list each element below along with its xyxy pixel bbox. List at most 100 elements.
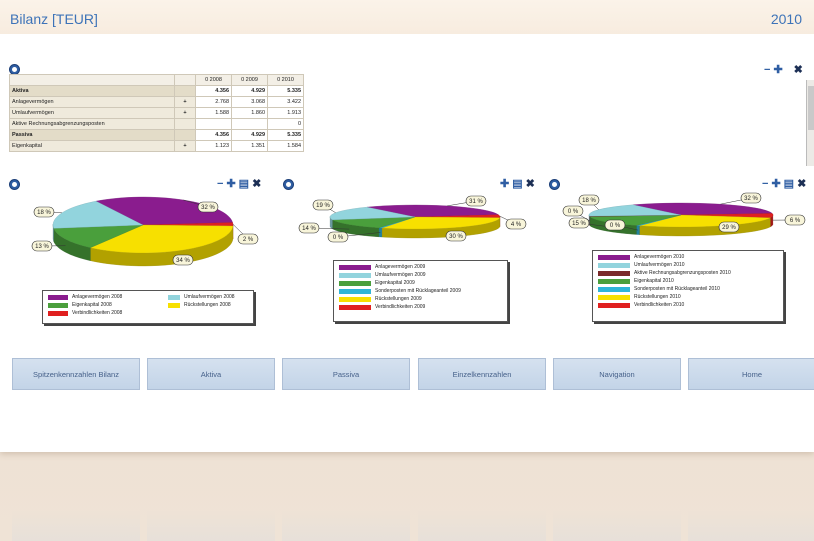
chart-panel-tools: ✚ ▤ ✖ bbox=[498, 177, 536, 190]
scrollbar[interactable] bbox=[806, 80, 814, 166]
close-icon[interactable]: ✖ bbox=[252, 177, 262, 190]
bilanz-table: 0 2008 0 2009 0 2010 Aktiva 4.356 4.929 … bbox=[9, 74, 304, 152]
legend-item: Verbindlichkeiten 2008 bbox=[43, 309, 163, 317]
pie-data-label: 4 % bbox=[505, 218, 527, 230]
reflection bbox=[147, 510, 275, 541]
legend-item: Sonderposten mit Rücklageanteil 2010 bbox=[593, 285, 783, 293]
expand-icon[interactable]: + bbox=[174, 96, 196, 108]
cell-value: 1.913 bbox=[267, 107, 304, 119]
nav-button-spitzenkennzahlen[interactable]: Spitzenkennzahlen Bilanz bbox=[12, 358, 140, 390]
cell-value: 3.422 bbox=[267, 96, 304, 108]
table-row: Aktive Rechnungsabgrenzungsposten 0 bbox=[9, 118, 304, 130]
legend-label: Sonderposten mit Rücklageanteil 2009 bbox=[375, 288, 461, 294]
pie-data-label: 14 % bbox=[298, 222, 320, 234]
pie-label-text: 0 % bbox=[333, 235, 344, 241]
pie-label-text: 15 % bbox=[572, 221, 586, 227]
row-label: Eigenkapital bbox=[9, 140, 175, 152]
nav-button-passiva[interactable]: Passiva bbox=[282, 358, 410, 390]
legend-item: Aktive Rechnungsabgrenzungsposten 2010 bbox=[593, 269, 783, 277]
chart-legend: Anlagevermögen 2010 Umlaufvermögen 2010 … bbox=[592, 250, 784, 322]
pie-label-text: 18 % bbox=[37, 210, 51, 216]
legend-label: Rückstellungen 2008 bbox=[184, 302, 231, 308]
scrollbar-thumb[interactable] bbox=[808, 86, 814, 130]
legend-item: Anlagevermögen 2010 bbox=[593, 253, 783, 261]
column-header[interactable]: 0 2009 bbox=[231, 74, 268, 86]
nav-button-navigation[interactable]: Navigation bbox=[553, 358, 681, 390]
expand-icon[interactable]: + bbox=[174, 107, 196, 119]
cell-value: 4.356 bbox=[195, 129, 232, 141]
legend-swatch bbox=[598, 270, 630, 276]
pie-label-text: 4 % bbox=[511, 222, 522, 228]
pie-label-text: 34 % bbox=[176, 258, 190, 264]
pie-chart-2008: 32 % 2 % 34 % 13 % 18 % bbox=[31, 196, 259, 267]
legend-item: Eigenkapital 2010 bbox=[593, 277, 783, 285]
pie-data-label: 6 % bbox=[784, 214, 806, 226]
table-header-row: 0 2008 0 2009 0 2010 bbox=[9, 74, 304, 86]
pie-data-label: 0 % bbox=[562, 205, 584, 217]
table-view-icon[interactable]: ▤ bbox=[512, 177, 523, 190]
pie-label-text: 32 % bbox=[201, 205, 215, 211]
cell-value: 1.584 bbox=[267, 140, 304, 152]
row-label: Anlagevermögen bbox=[9, 96, 175, 108]
cell-value: 5.335 bbox=[267, 129, 304, 141]
legend-swatch bbox=[598, 278, 630, 284]
row-label: Aktiva bbox=[9, 85, 175, 97]
year-selector[interactable]: 2010 bbox=[771, 11, 802, 27]
minimize-icon[interactable]: − bbox=[762, 178, 769, 190]
legend-swatch bbox=[339, 304, 371, 310]
cell-value bbox=[231, 118, 268, 130]
screen: Bilanz [TEUR] 2010 − ✚ ✖ 0 2008 0 2009 0 2… bbox=[0, 0, 814, 452]
legend-label: Umlaufvermögen 2010 bbox=[634, 262, 685, 268]
nav-button-einzelkennzahlen[interactable]: Einzelkennzahlen bbox=[418, 358, 546, 390]
minimize-icon[interactable]: − bbox=[217, 178, 224, 190]
pie-data-label: 34 % bbox=[172, 254, 194, 266]
legend-item: Rückstellungen 2009 bbox=[334, 295, 507, 303]
legend-swatch bbox=[48, 302, 68, 308]
legend-label: Eigenkapital 2008 bbox=[72, 302, 112, 308]
gear-icon[interactable] bbox=[549, 179, 560, 190]
nav-button-aktiva[interactable]: Aktiva bbox=[147, 358, 275, 390]
minimize-icon[interactable]: − bbox=[764, 64, 771, 76]
pie-data-label: 29 % bbox=[718, 221, 740, 233]
close-icon[interactable]: ✖ bbox=[526, 177, 536, 190]
legend-label: Sonderposten mit Rücklageanteil 2010 bbox=[634, 286, 720, 292]
cell-value: 4.356 bbox=[195, 85, 232, 97]
pie-data-label: 31 % bbox=[465, 195, 487, 207]
cell-value: 1.123 bbox=[195, 140, 232, 152]
legend-label: Anlagevermögen 2010 bbox=[634, 254, 685, 260]
cell-value: 4.929 bbox=[231, 85, 268, 97]
legend-swatch bbox=[339, 280, 371, 286]
legend-label: Anlagevermögen 2009 bbox=[375, 264, 426, 270]
expand-icon[interactable]: + bbox=[174, 140, 196, 152]
table-view-icon[interactable]: ▤ bbox=[239, 177, 250, 190]
pie-data-label: 0 % bbox=[604, 219, 626, 231]
table-view-icon[interactable]: ▤ bbox=[784, 177, 795, 190]
table-row: Passiva 4.356 4.929 5.335 bbox=[9, 129, 304, 141]
table-row: Eigenkapital + 1.123 1.351 1.584 bbox=[9, 140, 304, 152]
chart-panel-tools: − ✚ ▤ ✖ bbox=[215, 177, 262, 190]
cell-value: 5.335 bbox=[267, 85, 304, 97]
legend-item: Eigenkapital 2009 bbox=[334, 279, 507, 287]
add-icon[interactable]: ✚ bbox=[500, 177, 510, 190]
add-icon[interactable]: ✚ bbox=[771, 177, 781, 190]
column-header[interactable]: 0 2008 bbox=[195, 74, 232, 86]
nav-button-home[interactable]: Home bbox=[688, 358, 814, 390]
row-label: Aktive Rechnungsabgrenzungsposten bbox=[9, 118, 175, 130]
legend-label: Eigenkapital 2010 bbox=[634, 278, 674, 284]
legend-label: Umlaufvermögen 2009 bbox=[375, 272, 426, 278]
pie-data-label: 18 % bbox=[578, 194, 600, 206]
close-icon[interactable]: ✖ bbox=[794, 63, 804, 76]
add-icon[interactable]: ✚ bbox=[226, 177, 236, 190]
column-header[interactable]: 0 2010 bbox=[267, 74, 304, 86]
gear-icon[interactable] bbox=[283, 179, 294, 190]
legend-swatch bbox=[598, 294, 630, 300]
pie-label-text: 30 % bbox=[449, 234, 463, 240]
legend-swatch bbox=[339, 296, 371, 302]
header-label-cell bbox=[9, 74, 175, 86]
close-icon[interactable]: ✖ bbox=[797, 177, 807, 190]
legend-swatch bbox=[598, 302, 630, 308]
legend-label: Anlagevermögen 2008 bbox=[72, 294, 123, 300]
gear-icon[interactable] bbox=[9, 179, 20, 190]
add-icon[interactable]: ✚ bbox=[773, 63, 783, 76]
pie-label-text: 29 % bbox=[722, 225, 736, 231]
